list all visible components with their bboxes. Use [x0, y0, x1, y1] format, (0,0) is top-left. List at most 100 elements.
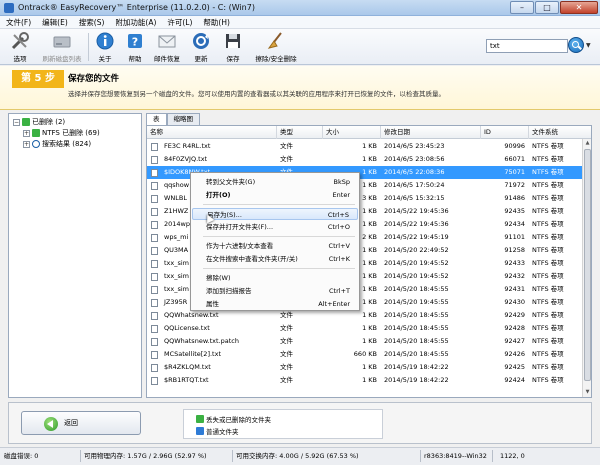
menu-item-go-parent[interactable]: 转到父文件夹(G) BkSp [192, 176, 358, 188]
bottom-bar: 返回 丢失或已删除的文件夹 普通文件夹 [8, 402, 592, 444]
scroll-thumb[interactable] [584, 149, 591, 381]
collapse-icon[interactable]: − [13, 118, 20, 126]
menu-item-add-to-report[interactable]: 添加到扫描报告 Ctrl+T [192, 285, 358, 297]
tree-item-deleted[interactable]: − 已删除 (2) [13, 117, 65, 127]
help-button[interactable]: ? 帮助 [118, 31, 152, 63]
legend: 丢失或已删除的文件夹 普通文件夹 [183, 409, 383, 439]
cell-date: 2014/5/20 18:45:55 [384, 324, 449, 332]
tree-item-search-results[interactable]: + 搜索结果 (824) [23, 139, 91, 149]
text-file-icon [151, 208, 158, 216]
menu-separator [203, 268, 355, 269]
wipe-button[interactable]: 擦除/安全删除 [250, 31, 302, 63]
table-row[interactable]: 84F0ZVJQ.txt 文件 1 KB 2014/6/5 23:08:56 66071… [147, 153, 587, 166]
text-file-icon [151, 351, 158, 359]
search-input[interactable]: txt [486, 39, 568, 53]
cell-date: 2014/5/20 19:45:52 [384, 272, 449, 280]
expand-icon[interactable]: + [23, 129, 30, 137]
menu-item-open[interactable]: 打开(O) Enter [192, 189, 358, 201]
col-size[interactable]: 大小 [323, 126, 381, 139]
menu-help[interactable]: 帮助(H) [203, 17, 230, 28]
update-icon [190, 31, 212, 51]
cell-type: 文件 [280, 350, 293, 358]
search-dropdown-icon[interactable]: ▼ [586, 42, 591, 49]
cell-id: 91486 [504, 194, 525, 202]
back-button[interactable]: 返回 [21, 411, 141, 435]
table-row[interactable]: FE3C R4RL.txt 文件 1 KB 2014/6/5 23:45:23 9099… [147, 140, 587, 153]
cell-fs: NTFS 卷项 [532, 194, 564, 202]
scroll-down-icon[interactable]: ▼ [584, 389, 591, 397]
cell-id: 92435 [504, 207, 525, 215]
vertical-scrollbar[interactable]: ▲ ▼ [582, 139, 591, 397]
cell-fs: NTFS 卷项 [532, 324, 564, 332]
minimize-button[interactable]: – [510, 1, 534, 14]
refresh-disk-list-button[interactable]: 刷新磁盘列表 [38, 31, 86, 63]
text-file-icon [151, 247, 158, 255]
broom-icon [265, 31, 287, 51]
scroll-up-icon[interactable]: ▲ [584, 140, 591, 148]
close-button[interactable]: ✕ [560, 1, 598, 14]
table-row[interactable]: $R4ZKLQM.txt 文件 1 KB 2014/5/19 18:42:22 9242… [147, 361, 587, 374]
col-name[interactable]: 名称 [147, 126, 277, 139]
maximize-button[interactable]: □ [535, 1, 559, 14]
tree-item-ntfs-deleted[interactable]: + NTFS 已删除 (69) [23, 128, 100, 138]
menu-item-hex-view[interactable]: 作为十六进制/文本查看 Ctrl+V [192, 240, 358, 252]
status-physical-memory: 可用物理内存: 1.57G / 2.96G (52.97 %) [84, 452, 207, 460]
col-filesystem[interactable]: 文件系统 [529, 126, 591, 139]
envelope-icon [156, 31, 178, 51]
cell-fs: NTFS 卷项 [532, 285, 564, 293]
table-row[interactable]: $RB1RTQT.txt 文件 1 KB 2014/5/19 18:42:22 9242… [147, 374, 587, 387]
cell-date: 2014/5/22 19:45:36 [384, 220, 449, 228]
status-count: 1122, 0 [500, 452, 525, 460]
cell-type: 文件 [280, 142, 293, 150]
cell-fs: NTFS 卷项 [532, 233, 564, 241]
cell-name: MCSatellite[2].txt [164, 350, 221, 358]
cell-date: 2014/5/20 18:45:55 [384, 337, 449, 345]
cell-date: 2014/6/5 23:45:23 [384, 142, 445, 150]
help-icon: ? [124, 31, 146, 51]
text-file-icon [151, 234, 158, 242]
menu-license[interactable]: 许可(L) [167, 17, 192, 28]
step-title: 保存您的文件 [68, 74, 120, 84]
update-button[interactable]: 更新 [184, 31, 218, 63]
cell-id: 92431 [504, 285, 525, 293]
menu-item-properties[interactable]: 属性 Alt+Enter [192, 298, 358, 310]
text-file-icon [151, 377, 158, 385]
table-header: 名称 类型 大小 修改日期 ID 文件系统 [147, 126, 591, 139]
menu-item-wipe[interactable]: 擦除(W) [192, 272, 358, 284]
menu-search[interactable]: 搜索(S) [79, 17, 105, 28]
tools-icon [9, 31, 31, 51]
menu-item-save-as[interactable]: 另存为(S)... Ctrl+S [192, 208, 358, 220]
col-id[interactable]: ID [481, 126, 529, 139]
search-button[interactable] [568, 37, 584, 53]
cell-name: FE3C R4RL.txt [164, 142, 211, 150]
col-type[interactable]: 类型 [277, 126, 323, 139]
legend-lost-folder: 丢失或已删除的文件夹 [196, 414, 271, 424]
save-button[interactable]: 保存 [216, 31, 250, 63]
tab-thumbnails[interactable]: 缩略图 [166, 113, 200, 125]
cell-date: 2014/5/20 18:45:55 [384, 285, 449, 293]
menu-item-save-open-folder[interactable]: 保存并打开文件夹(F)... Ctrl+O [192, 221, 358, 233]
table-row[interactable]: QQLicense.txt 文件 1 KB 2014/5/20 18:45:55 924… [147, 322, 587, 335]
table-row[interactable]: QQWhatsnew.txt.patch 文件 1 KB 2014/5/20 18:4… [147, 335, 587, 348]
folder-green-icon [196, 415, 204, 423]
cell-fs: NTFS 卷项 [532, 363, 564, 371]
menu-bar: 文件(F) 编辑(E) 搜索(S) 附加功能(A) 许可(L) 帮助(H) [0, 16, 600, 29]
cell-id: 92424 [504, 376, 525, 384]
menu-separator [203, 236, 355, 237]
text-file-icon [151, 260, 158, 268]
expand-icon[interactable]: + [23, 140, 30, 148]
folder-tree[interactable]: − 已删除 (2) + NTFS 已删除 (69) + 搜索结果 (824) [8, 113, 142, 398]
cell-fs: NTFS 卷项 [532, 155, 564, 163]
mail-recovery-button[interactable]: 邮件恢复 [150, 31, 184, 63]
text-file-icon [151, 169, 158, 177]
tab-table[interactable]: 表 [146, 113, 167, 125]
table-row[interactable]: MCSatellite[2].txt 文件 660 KB 2014/5/20 18:4… [147, 348, 587, 361]
menu-file[interactable]: 文件(F) [6, 17, 31, 28]
menu-item-view-in-search[interactable]: 在文件搜索中查看文件夹(开/关) Ctrl+K [192, 253, 358, 265]
menu-edit[interactable]: 编辑(E) [42, 17, 68, 28]
about-button[interactable]: 关于 [88, 31, 122, 63]
menu-extras[interactable]: 附加功能(A) [115, 17, 156, 28]
options-button[interactable]: 选项 [3, 31, 37, 63]
col-date[interactable]: 修改日期 [381, 126, 481, 139]
text-file-icon [151, 156, 158, 164]
